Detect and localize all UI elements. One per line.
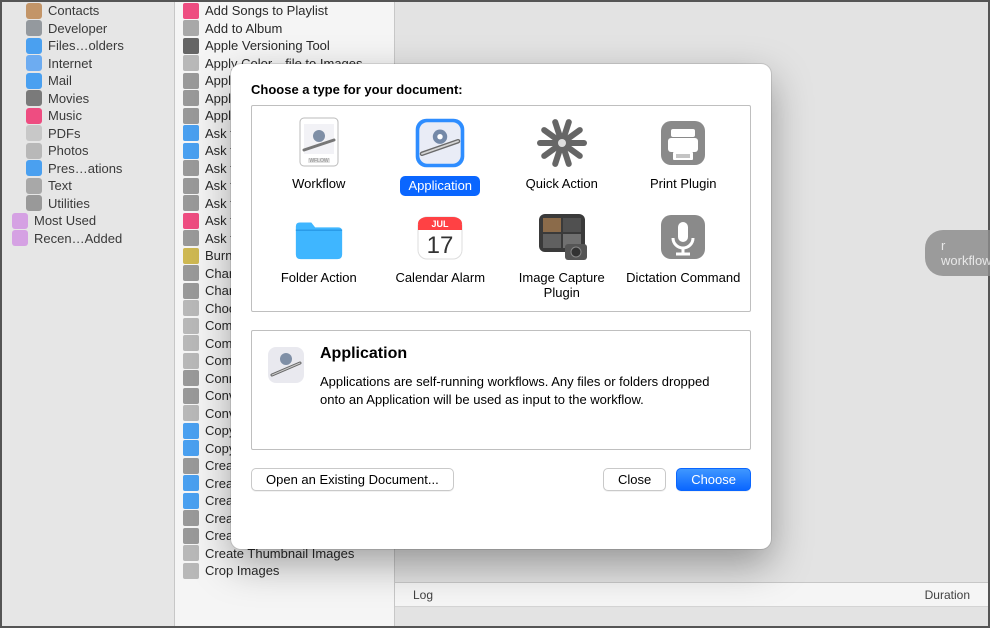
type-label: Print Plugin xyxy=(650,176,716,192)
svg-text:WFLOW: WFLOW xyxy=(309,158,328,164)
type-label: Dictation Command xyxy=(626,270,740,286)
document-types-grid: WFLOW Workflow Application Quick Action Prin… xyxy=(251,105,751,312)
type-folder-action[interactable]: Folder Action xyxy=(258,210,380,301)
type-label: Image Capture Plugin xyxy=(501,270,623,301)
type-label: Application xyxy=(400,176,480,196)
type-dictation[interactable]: Dictation Command xyxy=(623,210,745,301)
dictation-icon xyxy=(656,210,710,264)
quick-action-icon xyxy=(535,116,589,170)
sheet-title: Choose a type for your document: xyxy=(251,82,751,97)
description-text: Applications are self-running workflows.… xyxy=(320,373,736,409)
open-existing-button[interactable]: Open an Existing Document... xyxy=(251,468,454,491)
close-button[interactable]: Close xyxy=(603,468,666,491)
type-print-plugin[interactable]: Print Plugin xyxy=(623,116,745,196)
type-image-capture[interactable]: Image Capture Plugin xyxy=(501,210,623,301)
type-calendar-alarm[interactable]: JUL 17 Calendar Alarm xyxy=(380,210,502,301)
type-application[interactable]: Application xyxy=(380,116,502,196)
new-document-sheet: Choose a type for your document: WFLOW Wo… xyxy=(231,64,771,549)
type-label: Folder Action xyxy=(281,270,357,286)
svg-text:JUL: JUL xyxy=(432,219,450,229)
type-label: Quick Action xyxy=(526,176,598,192)
description-title: Application xyxy=(320,345,736,363)
type-workflow[interactable]: WFLOW Workflow xyxy=(258,116,380,196)
type-quick-action[interactable]: Quick Action xyxy=(501,116,623,196)
image-capture-icon xyxy=(535,210,589,264)
print-plugin-icon xyxy=(656,116,710,170)
workflow-icon: WFLOW xyxy=(292,116,346,170)
application-icon xyxy=(413,116,467,170)
svg-text:17: 17 xyxy=(427,232,454,259)
folder-action-icon xyxy=(292,210,346,264)
document-description: Application Applications are self-runnin… xyxy=(251,330,751,450)
type-label: Workflow xyxy=(292,176,345,192)
type-label: Calendar Alarm xyxy=(395,270,485,286)
application-icon xyxy=(266,345,306,385)
calendar-alarm-icon: JUL 17 xyxy=(413,210,467,264)
sheet-footer: Open an Existing Document... Close Choos… xyxy=(251,468,751,491)
choose-button[interactable]: Choose xyxy=(676,468,751,491)
